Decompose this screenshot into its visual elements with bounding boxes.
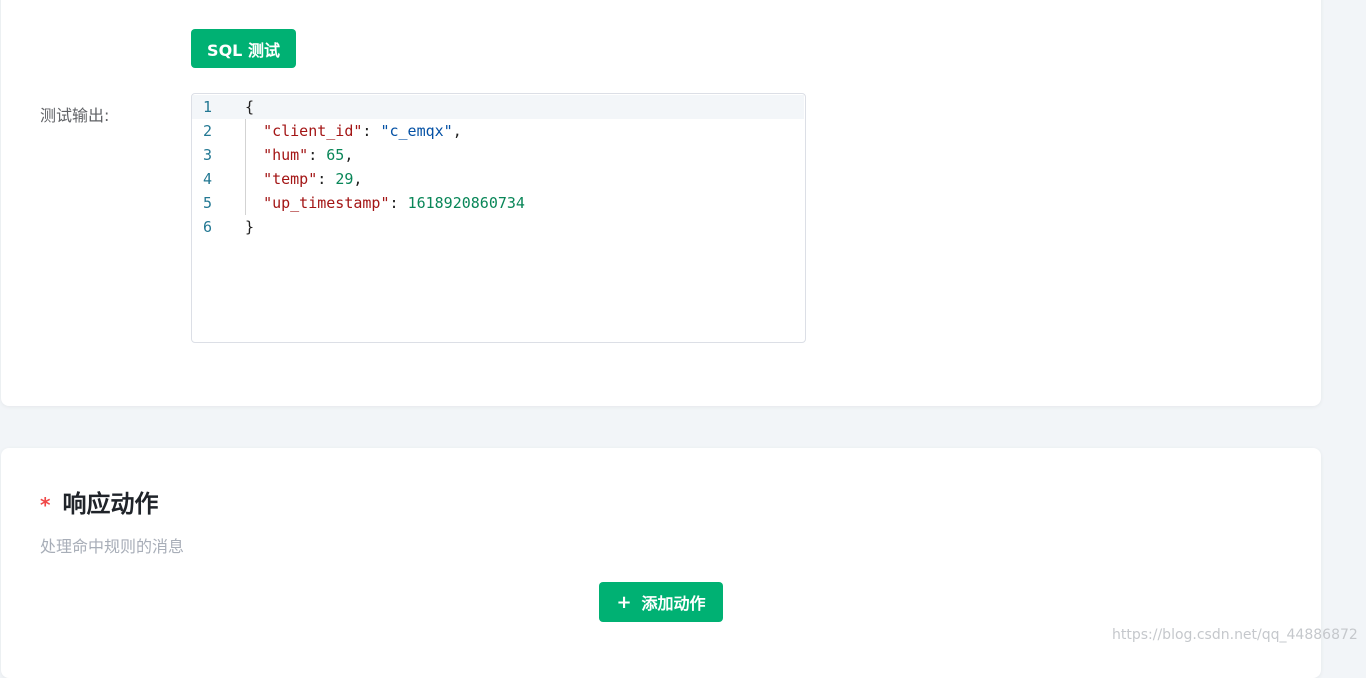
json-value: 29 — [335, 170, 354, 188]
json-key: "hum" — [263, 146, 309, 164]
code-line-open-brace: { — [245, 98, 255, 116]
plus-icon: + — [616, 591, 632, 613]
line-number: 1 — [203, 98, 213, 116]
json-value: 65 — [326, 146, 345, 164]
required-mark: * — [40, 493, 51, 517]
add-action-button[interactable]: + 添加动作 — [599, 582, 723, 622]
code-line-temp: "temp": 29, — [263, 170, 363, 188]
response-actions-title: * 响应动作 — [40, 484, 158, 519]
test-output-editor[interactable]: 1 2 3 4 5 6 { "client_id": "c_emqx", "hu… — [191, 93, 806, 343]
code-line-hum: "hum": 65, — [263, 146, 354, 164]
response-actions-card — [1, 448, 1321, 678]
watermark: https://blog.csdn.net/qq_44886872 — [1112, 627, 1358, 643]
code-content: { "client_id": "c_emqx", "hum": 65, "tem… — [245, 95, 525, 239]
add-action-label: 添加动作 — [641, 594, 706, 613]
code-line-client-id: "client_id": "c_emqx", — [263, 122, 462, 140]
json-comma: , — [353, 170, 363, 188]
response-actions-description: 处理命中规则的消息 — [40, 537, 185, 556]
json-key: "client_id" — [263, 122, 363, 140]
section-title-text: 响应动作 — [62, 490, 159, 518]
json-comma: , — [344, 146, 354, 164]
json-value: 1618920860734 — [407, 194, 525, 212]
json-comma: , — [452, 122, 462, 140]
line-number: 5 — [203, 194, 213, 212]
json-key: "up_timestamp" — [263, 194, 390, 212]
line-number: 6 — [203, 218, 213, 236]
line-number: 2 — [203, 122, 213, 140]
sql-test-button[interactable]: SQL 测试 — [191, 29, 296, 68]
json-key: "temp" — [263, 170, 318, 188]
test-output-label: 测试输出: — [40, 106, 110, 125]
json-value: "c_emqx" — [380, 122, 453, 140]
line-number-gutter: 1 2 3 4 5 6 — [192, 95, 232, 239]
code-line-up-timestamp: "up_timestamp": 1618920860734 — [263, 194, 525, 212]
line-number: 4 — [203, 170, 213, 188]
code-line-close-brace: } — [245, 218, 255, 236]
line-number: 3 — [203, 146, 213, 164]
